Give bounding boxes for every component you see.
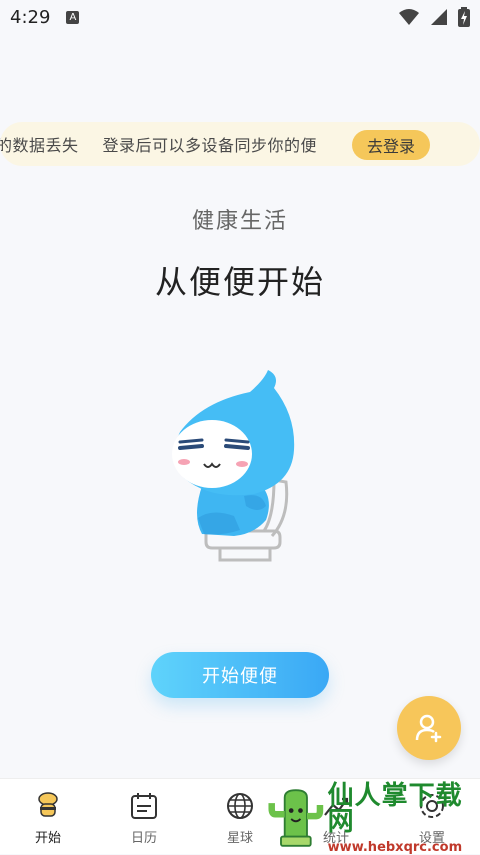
bottom-tab-bar: 开始 日历 星球 统计 设置: [0, 778, 480, 854]
calendar-icon: [131, 793, 157, 819]
login-marquee: 的数据丢失 登录后可以多设备同步你的便: [0, 122, 344, 166]
mascot-illustration: [172, 370, 295, 562]
tab-label: 设置: [418, 831, 445, 846]
tab-label: 星球: [226, 831, 253, 846]
login-banner: 的数据丢失 登录后可以多设备同步你的便 去登录: [0, 122, 480, 166]
page-subtitle: 健康生活: [191, 209, 288, 234]
add-user-button[interactable]: [397, 696, 461, 760]
toilet-icon: [38, 792, 58, 817]
wifi-icon: [399, 9, 419, 25]
tab-label: 统计: [322, 831, 349, 846]
tab-planet[interactable]: 星球: [192, 779, 288, 854]
page-title: 从便便开始: [154, 263, 325, 301]
status-time: 4:29: [10, 6, 51, 28]
signal-icon: [431, 9, 447, 25]
chart-icon: [324, 797, 349, 816]
marquee-text: 的数据丢失: [0, 136, 79, 155]
tab-statistics[interactable]: 统计: [288, 779, 384, 854]
tab-label: 日历: [130, 831, 157, 846]
tab-start[interactable]: 开始: [0, 779, 96, 854]
add-user-icon: [415, 714, 442, 743]
battery-icon: [458, 7, 470, 27]
accessibility-badge-icon: A: [66, 10, 80, 24]
tab-label: 开始: [34, 831, 61, 846]
tab-calendar[interactable]: 日历: [96, 779, 192, 854]
start-button[interactable]: 开始便便: [151, 652, 329, 698]
status-bar: 4:29 A: [0, 0, 480, 34]
login-button[interactable]: 去登录: [352, 130, 430, 160]
marquee-text: 登录后可以多设备同步你的便: [102, 136, 318, 155]
gear-icon: [420, 794, 444, 818]
tab-settings[interactable]: 设置: [384, 779, 480, 854]
globe-icon: [227, 793, 253, 819]
